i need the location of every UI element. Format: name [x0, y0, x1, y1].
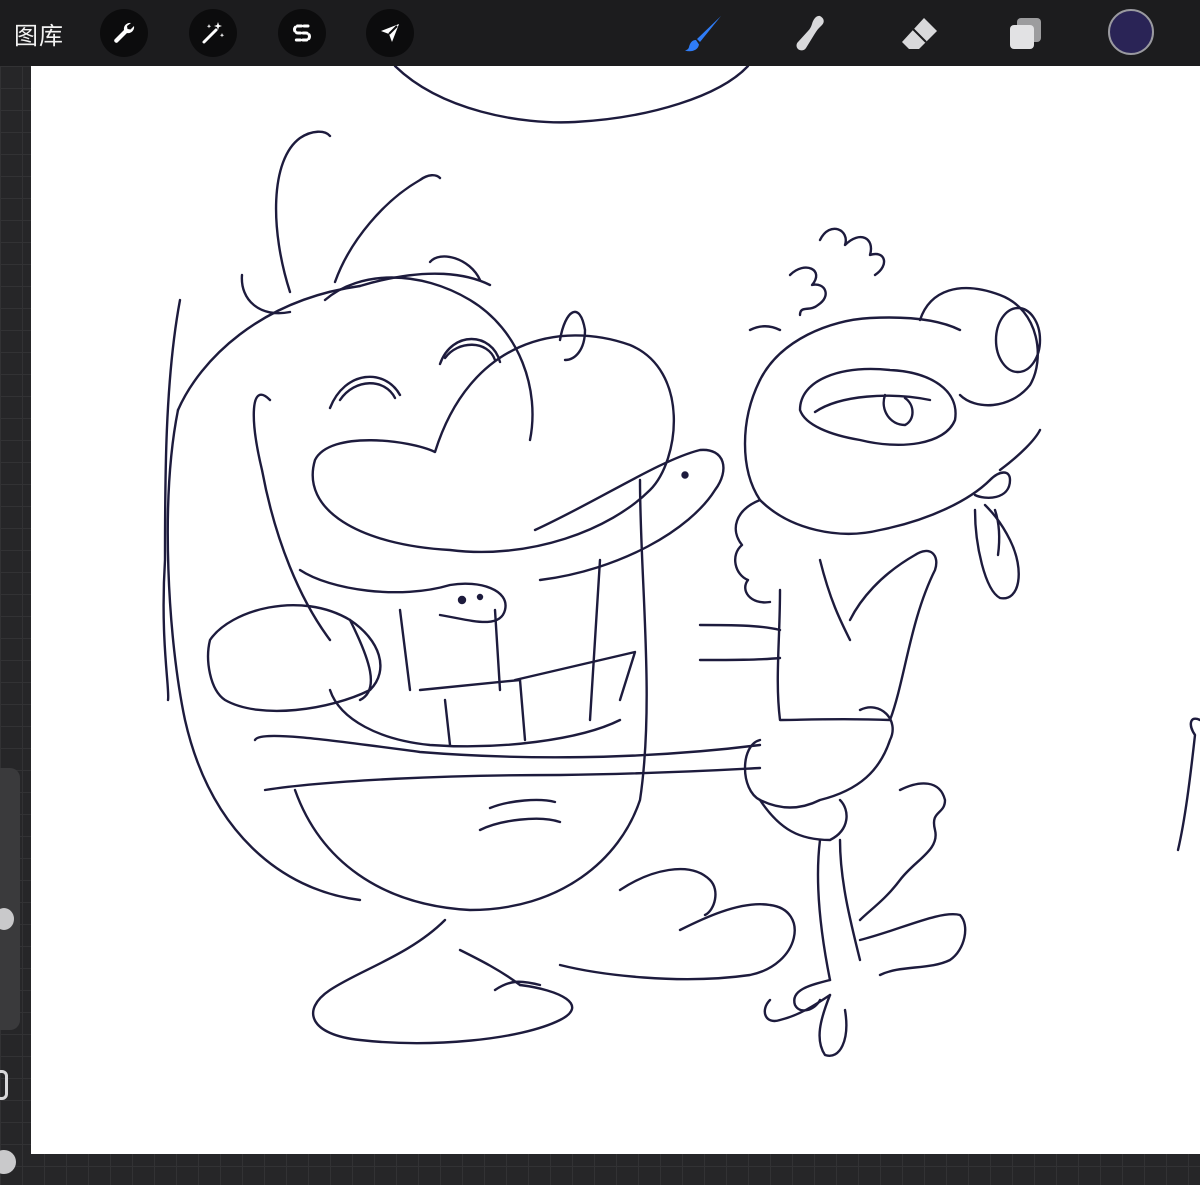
magic-wand-icon — [202, 22, 225, 44]
transform-button[interactable] — [366, 9, 414, 57]
selection-button[interactable] — [278, 9, 326, 57]
brush-icon — [685, 16, 721, 52]
adjustments-button[interactable] — [189, 9, 237, 57]
gallery-button[interactable]: 图库 — [14, 16, 64, 51]
smudge-button[interactable] — [786, 8, 838, 60]
brush-button[interactable] — [679, 8, 731, 60]
sketch-line-art — [162, 66, 1200, 1057]
top-toolbar: 图库 — [0, 0, 1200, 66]
transform-arrow-icon — [381, 24, 399, 42]
layers-icon — [1010, 18, 1041, 49]
modify-button[interactable] — [0, 1070, 8, 1100]
eraser-button[interactable] — [893, 8, 945, 60]
actions-button[interactable] — [100, 9, 148, 57]
color-picker-button[interactable] — [1108, 9, 1154, 55]
eraser-icon — [902, 18, 937, 49]
layers-button[interactable] — [999, 8, 1051, 60]
selection-s-icon — [293, 24, 311, 42]
smudge-icon — [796, 15, 824, 51]
sidebar-panel — [0, 768, 20, 1030]
wrench-icon — [114, 22, 135, 43]
drawing-canvas[interactable] — [31, 66, 1200, 1154]
